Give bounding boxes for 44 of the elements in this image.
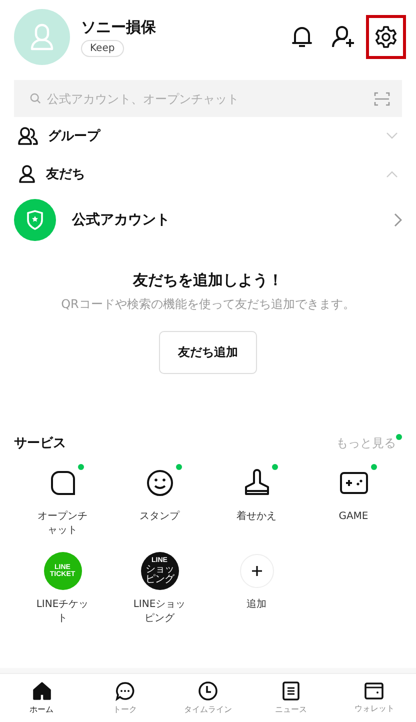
wallet-icon [364, 682, 384, 700]
shield-icon [14, 199, 56, 241]
services-title: サービス [14, 435, 67, 452]
bell-icon [291, 25, 313, 49]
section-header[interactable]: 友だち [0, 155, 416, 193]
tab-bar-item[interactable]: ホーム [0, 674, 84, 722]
chevron-right-icon [394, 213, 402, 227]
profile-name: ソニー損保 [81, 18, 156, 36]
service-item[interactable]: GAME [305, 464, 402, 538]
chevron-up-icon [386, 170, 398, 178]
search-field[interactable]: 公式アカウント、オープンチャット [45, 90, 370, 106]
person-icon [18, 165, 36, 183]
person-icon [29, 23, 55, 51]
settings-icon [374, 25, 398, 49]
open-chat-icon [50, 470, 76, 496]
section-header[interactable]: グループ [0, 117, 416, 155]
home-icon [32, 681, 52, 701]
tab-bar-item[interactable]: ウォレット [332, 674, 416, 722]
tab-bar-item[interactable]: タイムライン [166, 674, 250, 722]
keep-button[interactable]: Keep [81, 40, 124, 56]
scan-icon[interactable] [374, 92, 390, 106]
service-item[interactable]: オープンチャット [14, 464, 111, 538]
tab-bar-item[interactable]: ニュース [250, 674, 333, 722]
add-friend-button[interactable]: 友だち追加 [159, 331, 257, 374]
news-icon [282, 681, 300, 701]
empty-state-title: 友だちを追加しよう！ [133, 271, 283, 290]
search-icon [30, 93, 41, 104]
game-controller-icon [338, 471, 368, 495]
clock-icon [198, 681, 218, 701]
add-friend-icon [331, 25, 357, 49]
settings-button[interactable] [366, 15, 406, 59]
official-account-row[interactable]: 公式アカウント [0, 193, 416, 247]
service-item[interactable]: 着せかえ [208, 464, 305, 538]
empty-state-message: QRコードや検索の機能を使って友だち追加できます。 [61, 296, 355, 313]
group-icon [18, 127, 38, 145]
brush-icon [244, 469, 270, 497]
chevron-down-icon [386, 132, 398, 140]
chat-bubble-icon [114, 681, 135, 701]
tab-bar-item[interactable]: トーク [83, 674, 166, 722]
search-bar[interactable]: 公式アカウント、オープンチャット [14, 80, 402, 117]
smiley-icon [146, 469, 174, 497]
service-item[interactable]: スタンプ [111, 464, 208, 538]
service-item[interactable]: 追加 [208, 552, 305, 626]
add-icon [240, 554, 274, 588]
